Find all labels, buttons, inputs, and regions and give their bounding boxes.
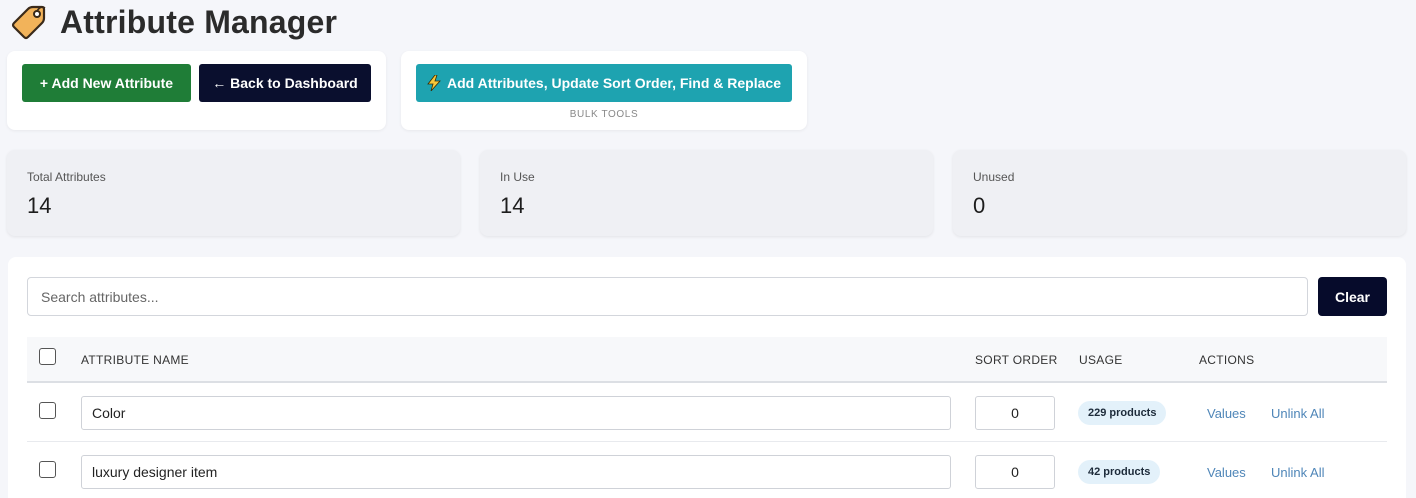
stat-label: Total Attributes xyxy=(27,170,106,184)
search-input[interactable] xyxy=(27,277,1308,316)
values-link[interactable]: Values xyxy=(1207,465,1246,480)
stat-label: Unused xyxy=(973,170,1015,184)
sort-order-input[interactable] xyxy=(975,455,1055,489)
unlink-all-link[interactable]: Unlink All xyxy=(1271,406,1324,421)
attributes-table-card: Clear ATTRIBUTE NAME SORT ORDER USAGE AC… xyxy=(8,257,1406,498)
lightning-icon xyxy=(427,75,441,91)
page-title: Attribute Manager xyxy=(60,3,338,40)
bulk-tools-button[interactable]: Add Attributes, Update Sort Order, Find … xyxy=(416,64,792,102)
table-row: 42 products Values Unlink All xyxy=(27,442,1387,498)
usage-badge: 229 products xyxy=(1078,401,1167,425)
toolbar-card: + Add New Attribute ← Back to Dashboard xyxy=(7,51,386,130)
values-link[interactable]: Values xyxy=(1207,406,1246,421)
stat-in-use: In Use 14 xyxy=(480,150,933,236)
row-checkbox[interactable] xyxy=(39,461,56,478)
stat-unused: Unused 0 xyxy=(953,150,1406,236)
stat-value: 0 xyxy=(973,193,986,218)
add-attribute-button[interactable]: + Add New Attribute xyxy=(22,64,191,102)
bulk-tools-card: Add Attributes, Update Sort Order, Find … xyxy=(401,51,807,130)
attribute-name-input[interactable] xyxy=(81,455,951,489)
bulk-tools-label: Add Attributes, Update Sort Order, Find … xyxy=(447,75,781,91)
sort-order-input[interactable] xyxy=(975,396,1055,430)
table-row: 229 products Values Unlink All xyxy=(27,383,1387,442)
stat-value: 14 xyxy=(500,193,525,218)
column-header-actions: ACTIONS xyxy=(1199,353,1255,367)
row-checkbox[interactable] xyxy=(39,402,56,419)
usage-badge: 42 products xyxy=(1078,460,1161,484)
column-header-name: ATTRIBUTE NAME xyxy=(81,353,189,367)
stat-label: In Use xyxy=(500,170,535,184)
stat-value: 14 xyxy=(27,193,52,218)
attribute-name-input[interactable] xyxy=(81,396,951,430)
select-all-checkbox[interactable] xyxy=(39,348,56,365)
clear-button[interactable]: Clear xyxy=(1318,277,1387,316)
column-header-sort-order: SORT ORDER xyxy=(975,353,1058,367)
stat-total-attributes: Total Attributes 14 xyxy=(7,150,460,236)
page-header: Attribute Manager xyxy=(10,2,337,42)
tag-icon xyxy=(10,3,48,41)
unlink-all-link[interactable]: Unlink All xyxy=(1271,465,1324,480)
column-header-usage: USAGE xyxy=(1079,353,1123,367)
table-header: ATTRIBUTE NAME SORT ORDER USAGE ACTIONS xyxy=(27,337,1387,383)
bulk-tools-caption: BULK TOOLS xyxy=(569,109,639,120)
back-to-dashboard-button[interactable]: ← Back to Dashboard xyxy=(199,64,371,102)
